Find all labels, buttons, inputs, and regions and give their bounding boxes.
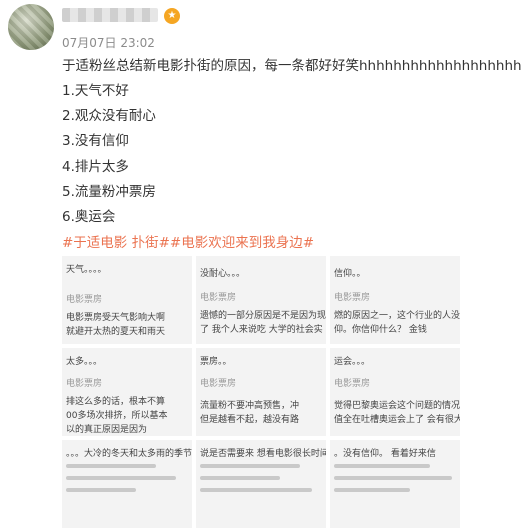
reason-item: 2.观众没有耐心 bbox=[62, 108, 156, 124]
post-image[interactable]: 运会。。。 电影票房 觉得巴黎奥运会这个问题的情况 值全在吐槽奥运会上了 会有很… bbox=[330, 348, 460, 436]
image-grid: 天气。。。。 电影票房 电影票房受天气影响大啊 就避开太热的夏天和雨天 没耐心。… bbox=[62, 256, 460, 528]
hashtag-link[interactable]: #于适电影 扑街##电影欢迎来到我身边# bbox=[62, 231, 314, 251]
post-image[interactable]: 。没有信仰。 看着好来信 bbox=[330, 440, 460, 528]
post-image[interactable]: 。。。大冷的冬天和太多雨的季节 bbox=[62, 440, 192, 528]
reason-item: 1.天气不好 bbox=[62, 83, 129, 99]
username-blurred[interactable] bbox=[62, 8, 158, 22]
reason-item: 6.奥运会 bbox=[62, 209, 116, 225]
post-image[interactable]: 太多。。。 电影票房 排这么多的话，根本不算 00多场次排挤，所以基本 以的真正… bbox=[62, 348, 192, 436]
post-image[interactable]: 天气。。。。 电影票房 电影票房受天气影响大啊 就避开太热的夏天和雨天 bbox=[62, 256, 192, 344]
reason-item: 3.没有信仰 bbox=[62, 133, 129, 149]
post-text: 于适粉丝总结新电影扑街的原因，每一条都好好笑hhhhhhhhhhhhhhhhhh… bbox=[62, 58, 521, 74]
post-image[interactable]: 说是否需要来 想看电影很长时间 bbox=[196, 440, 326, 528]
avatar[interactable] bbox=[8, 4, 54, 50]
reason-item: 5.流量粉冲票房 bbox=[62, 184, 156, 200]
vip-badge-icon: ★ bbox=[164, 8, 180, 24]
reason-item: 4.排片太多 bbox=[62, 159, 129, 175]
post-image[interactable]: 信仰。。 电影票房 燃的原因之一，这个行业的人没有 仰。你信仰什么？ 金钱 bbox=[330, 256, 460, 344]
post-image[interactable]: 没耐心。。。 电影票房 遗憾的一部分原因是不是因为现在人很 了 我个人来说吃 大… bbox=[196, 256, 326, 344]
post-image[interactable]: 票房。。 电影票房 流量粉不要冲高预售，冲 但是越看不起，越没有路 bbox=[196, 348, 326, 436]
post-timestamp[interactable]: 07月07日 23:02 bbox=[62, 34, 155, 51]
